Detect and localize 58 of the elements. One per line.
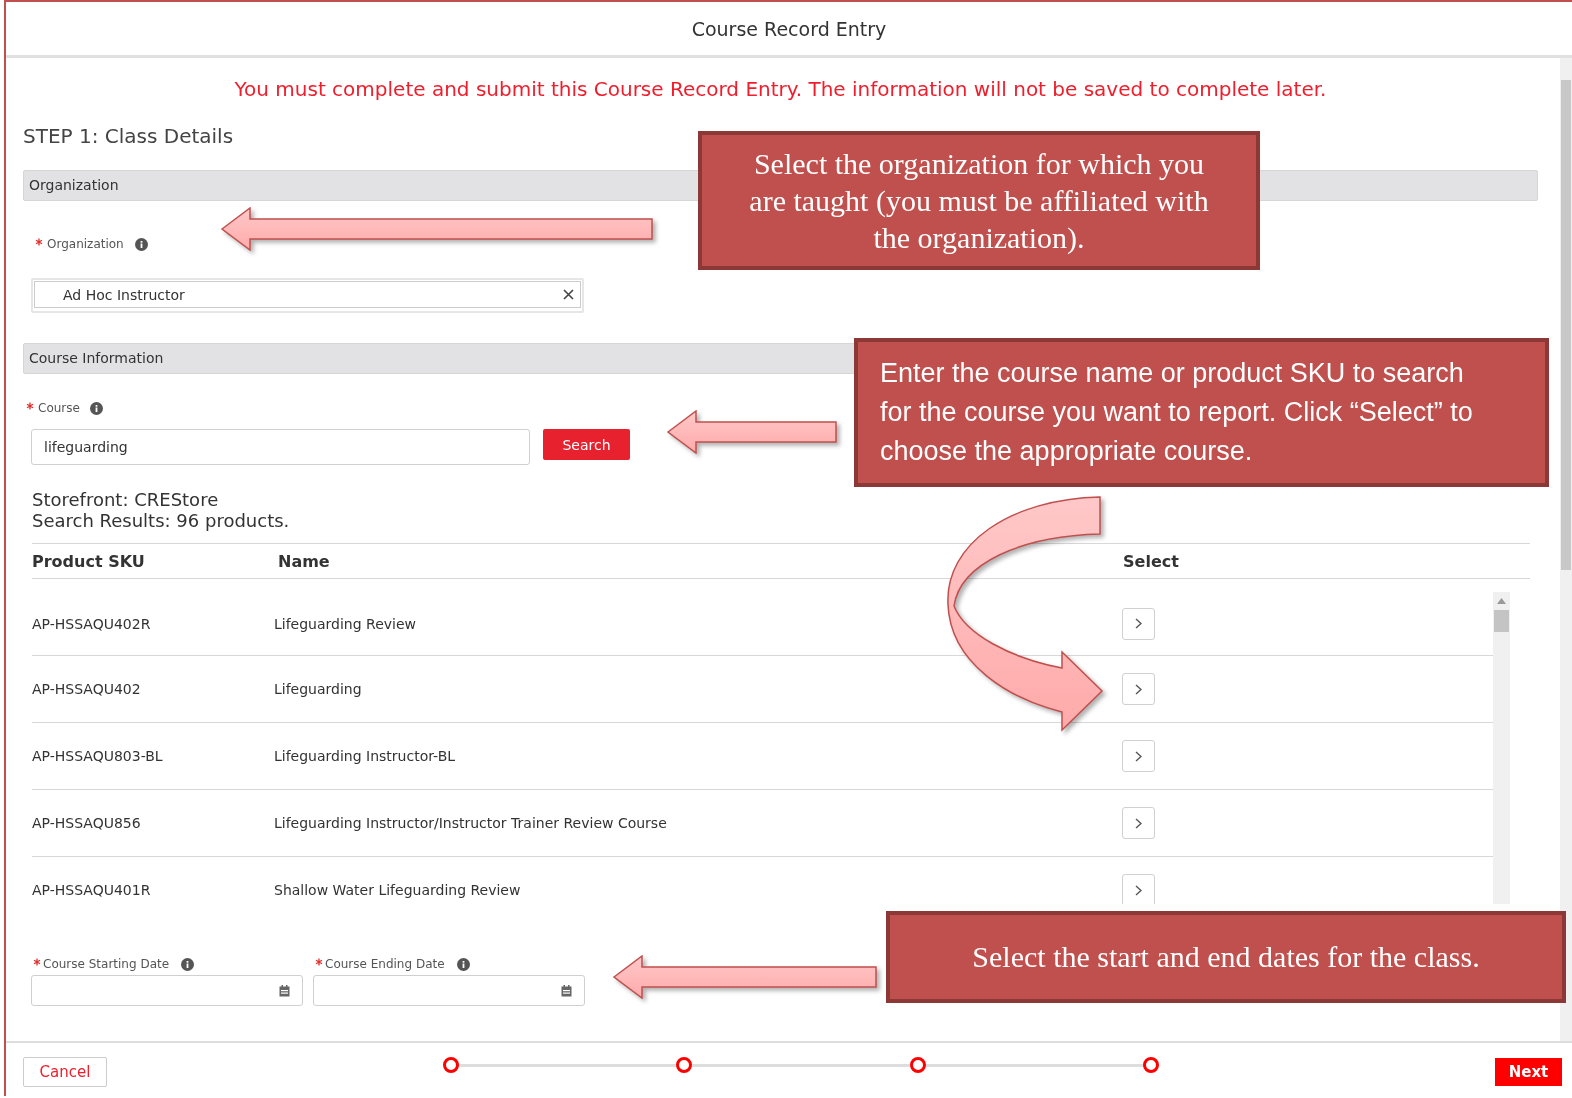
column-header: Product SKU [32, 551, 146, 571]
step-heading: STEP 1: Class Details [23, 124, 235, 148]
calendar-icon [561, 984, 572, 997]
scrollbar[interactable] [1560, 58, 1572, 1041]
date-field[interactable] [313, 975, 585, 1006]
info-icon [134, 237, 148, 251]
table-cell-text: Lifeguarding Instructor/Instructor Trainer Review Course [274, 815, 668, 831]
table-cell-text: AP-HSSAQU803-BL [32, 748, 164, 764]
window-title: Course Record Entry [691, 17, 887, 40]
chevron-right-icon [1134, 884, 1142, 896]
search-button[interactable]: Search [543, 429, 630, 460]
field-label: Course Ending Date [325, 957, 445, 971]
field-label: Organization [47, 237, 124, 251]
select-button[interactable] [1121, 673, 1155, 705]
select-button[interactable] [1121, 807, 1155, 839]
info-icon [181, 957, 195, 971]
scroll-up-icon[interactable] [1497, 598, 1506, 604]
chevron-right-icon [1134, 750, 1142, 762]
table-cell-text: Lifeguarding Review [274, 615, 418, 632]
table-cell-text: Lifeguarding Instructor-BL [274, 748, 457, 764]
chevron-right-icon [1134, 683, 1142, 695]
column-header: Name [278, 551, 331, 571]
column-header: Select [1122, 551, 1180, 571]
clear-icon[interactable] [563, 289, 574, 300]
select-button[interactable] [1121, 607, 1155, 640]
table-cell-text: AP-HSSAQU401R [32, 882, 152, 898]
select-button[interactable] [1121, 874, 1155, 904]
warning-message: You must complete and submit this Course Record Entry. The information will not be saved to complete later. [233, 77, 1328, 101]
chevron-right-icon [1134, 817, 1142, 829]
info-icon [456, 957, 470, 971]
cancel-button[interactable]: Cancel [23, 1056, 107, 1087]
scroll-thumb[interactable] [1494, 610, 1509, 632]
results-summary: Search Results: 96 products. [32, 510, 291, 531]
field-label: Course [38, 401, 80, 415]
select-button[interactable] [1121, 740, 1155, 772]
table-cell-text: AP-HSSAQU402 [32, 681, 142, 697]
table-cell-text: AP-HSSAQU402R [32, 615, 152, 632]
scrollbar[interactable] [1493, 592, 1510, 904]
step-indicator [1143, 1056, 1159, 1073]
step-indicator [909, 1056, 926, 1073]
callout-box: Select the organization for which you are taught (you must be affiliated with the organization). [698, 131, 1260, 270]
info-icon [89, 401, 103, 415]
chevron-right-icon [1134, 618, 1142, 629]
storefront-text: Storefront: CREStore [32, 489, 220, 510]
date-field[interactable] [31, 975, 303, 1006]
calendar-icon [279, 984, 290, 997]
table-cell-text: Shallow Water Lifeguarding Review [274, 882, 522, 898]
step-indicator [443, 1056, 459, 1073]
scroll-thumb[interactable] [1561, 80, 1571, 570]
callout-box: Select the start and end dates for the class. [886, 911, 1566, 1003]
field-label: Course Starting Date [43, 957, 170, 971]
next-button[interactable]: Next [1495, 1057, 1562, 1086]
table-cell-text: AP-HSSAQU856 [32, 815, 142, 831]
step-indicator [676, 1056, 693, 1073]
callout-box: Enter the course name or product SKU to search for the course you want to report. Click “Select” to choose the appropriate course. [854, 338, 1549, 487]
organization-field[interactable]: Ad Hoc Instructor [31, 278, 584, 313]
course-search-field[interactable]: lifeguarding [31, 429, 530, 465]
table-cell-text: Lifeguarding [274, 681, 363, 697]
